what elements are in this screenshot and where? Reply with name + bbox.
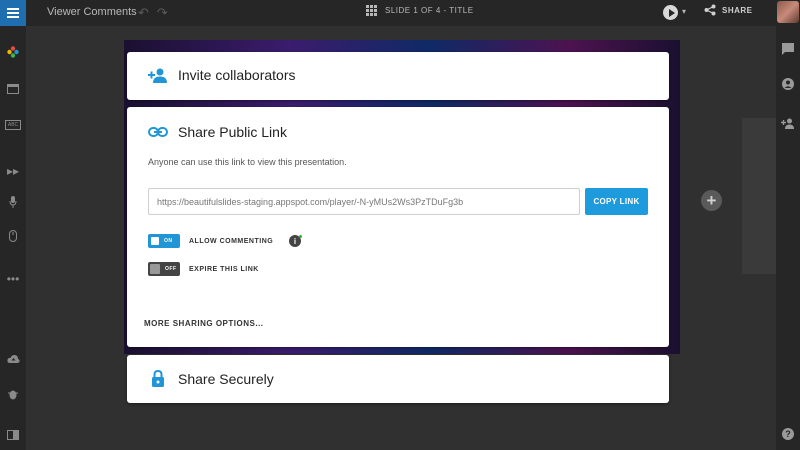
share-icon bbox=[704, 4, 716, 16]
public-link-header: Share Public Link bbox=[148, 124, 287, 140]
public-link-title: Share Public Link bbox=[178, 124, 287, 140]
more-icon[interactable]: ••• bbox=[0, 272, 26, 286]
allow-commenting-row: ON ALLOW COMMENTING i bbox=[148, 234, 302, 248]
grid-icon bbox=[366, 5, 377, 16]
expire-link-label: EXPIRE THIS LINK bbox=[189, 265, 259, 273]
panel-icon[interactable] bbox=[0, 430, 26, 440]
redo-icon[interactable]: ↷ bbox=[157, 5, 168, 21]
right-sidebar: ? bbox=[776, 26, 800, 450]
invite-header: Invite collaborators bbox=[148, 67, 296, 83]
secure-header: Share Securely bbox=[148, 370, 274, 387]
play-icon[interactable] bbox=[663, 5, 678, 20]
help-icon[interactable]: ? bbox=[776, 428, 800, 440]
mouse-icon[interactable] bbox=[0, 230, 26, 242]
account-icon[interactable] bbox=[776, 78, 800, 90]
share-label: SHARE bbox=[722, 5, 753, 15]
chevron-down-icon[interactable]: ▾ bbox=[682, 7, 686, 16]
link-icon bbox=[148, 127, 168, 137]
microphone-icon[interactable] bbox=[0, 196, 26, 208]
expire-link-state: OFF bbox=[165, 266, 177, 272]
hamburger-icon bbox=[7, 12, 19, 14]
expire-link-toggle[interactable]: OFF bbox=[148, 262, 180, 276]
secure-title: Share Securely bbox=[178, 370, 274, 387]
document-title[interactable]: Viewer Comments bbox=[47, 6, 137, 18]
public-link-description: Anyone can use this link to view this pr… bbox=[148, 157, 347, 167]
undo-icon[interactable]: ↶ bbox=[138, 5, 149, 21]
add-slide-button[interactable]: + bbox=[701, 190, 722, 211]
expire-link-row: OFF EXPIRE THIS LINK bbox=[148, 262, 259, 276]
lock-icon bbox=[148, 370, 168, 387]
undo-redo-group: ↶ ↷ bbox=[138, 5, 168, 21]
add-user-icon[interactable] bbox=[776, 118, 800, 129]
allow-commenting-toggle[interactable]: ON bbox=[148, 234, 180, 248]
add-user-icon bbox=[148, 68, 168, 83]
allow-commenting-label: ALLOW COMMENTING bbox=[189, 237, 274, 245]
add-element-icon[interactable] bbox=[0, 46, 26, 58]
slide-indicator-label: SLIDE 1 OF 4 - TITLE bbox=[385, 6, 474, 15]
next-slide-strip bbox=[742, 118, 776, 274]
share-button[interactable]: SHARE bbox=[704, 4, 753, 16]
avatar[interactable] bbox=[777, 1, 799, 23]
allow-commenting-state: ON bbox=[164, 238, 173, 244]
invite-collaborators-card[interactable]: Invite collaborators bbox=[127, 52, 669, 100]
text-icon[interactable]: ABC bbox=[0, 120, 26, 130]
menu-button[interactable] bbox=[0, 0, 26, 26]
share-public-link-card: Share Public Link Anyone can use this li… bbox=[127, 107, 669, 347]
bug-icon[interactable] bbox=[0, 388, 26, 400]
animation-icon[interactable]: ▸▸ bbox=[0, 164, 26, 178]
left-sidebar: ABC ▸▸ ••• bbox=[0, 26, 26, 450]
invite-title: Invite collaborators bbox=[178, 67, 296, 83]
public-link-url-field[interactable] bbox=[148, 188, 580, 215]
cloud-upload-icon[interactable] bbox=[0, 354, 26, 364]
copy-link-button[interactable]: COPY LINK bbox=[585, 188, 648, 215]
comment-icon[interactable] bbox=[776, 43, 800, 55]
status-dot bbox=[299, 235, 302, 238]
share-securely-card[interactable]: Share Securely bbox=[127, 355, 669, 403]
layout-icon[interactable] bbox=[0, 84, 26, 94]
slide-indicator[interactable]: SLIDE 1 OF 4 - TITLE bbox=[366, 5, 474, 16]
more-sharing-options-link[interactable]: MORE SHARING OPTIONS... bbox=[144, 319, 264, 328]
